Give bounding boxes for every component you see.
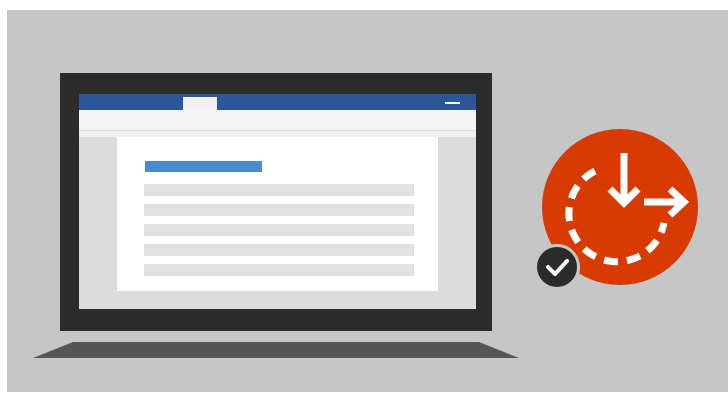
ribbon-divider <box>79 130 476 131</box>
document-text-line <box>144 264 414 276</box>
document-text-line <box>144 224 414 236</box>
document-text-line <box>144 244 414 256</box>
app-ribbon <box>79 110 476 130</box>
minimize-icon <box>445 102 460 104</box>
app-status-bar <box>79 291 476 309</box>
illustration-frame <box>0 0 728 394</box>
document-text-line <box>144 204 414 216</box>
right-margin-pane <box>438 137 476 291</box>
checkmark-badge <box>534 244 580 290</box>
checkmark-icon <box>546 259 569 276</box>
left-margin-pane <box>79 137 117 291</box>
laptop-base <box>33 342 519 358</box>
document-page <box>117 137 438 291</box>
laptop-screen <box>79 94 476 309</box>
document-text-line <box>144 184 414 196</box>
app-title-bar <box>79 94 476 110</box>
document-heading-placeholder <box>145 161 262 172</box>
